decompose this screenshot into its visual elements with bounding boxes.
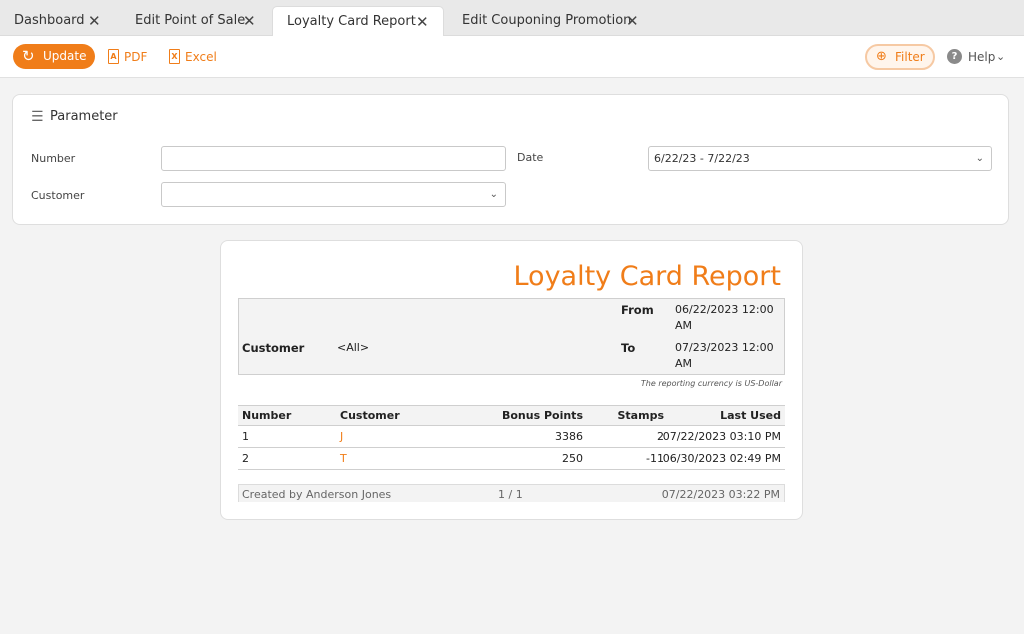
help-menu[interactable]: ? Help ⌄ (947, 48, 1009, 66)
tab-dashboard[interactable]: Dashboard ✕ (0, 6, 118, 36)
excel-file-icon: X (169, 49, 180, 64)
to-value-line2: AM (675, 357, 693, 370)
chevron-down-icon: ⌄ (996, 50, 1006, 63)
parameter-title: Parameter (50, 109, 118, 124)
customer-label: Customer (31, 189, 85, 202)
tab-edit-point-of-sale[interactable]: Edit Point of Sale ✕ (121, 6, 271, 36)
cell-number: 1 (242, 430, 249, 443)
tab-label: Edit Couponing Promotion (462, 13, 632, 28)
currency-note: The reporting currency is US-Dollar (640, 379, 782, 388)
created-by: Created by Anderson Jones (242, 488, 392, 501)
pdf-label: PDF (124, 50, 148, 64)
from-value-line1: 06/22/2023 12:00 (675, 303, 774, 316)
number-label: Number (31, 152, 76, 165)
customer-link[interactable]: T (340, 448, 347, 470)
toolbar: ↻ Update A PDF X Excel ⊕ Filter ? Help ⌄ (0, 36, 1024, 78)
report-table: Number Customer Bonus Points Stamps Last… (238, 405, 785, 470)
table-header-row: Number Customer Bonus Points Stamps Last… (238, 405, 785, 426)
cell-bonus-points: 250 (562, 452, 583, 465)
date-value: 6/22/23 - 7/22/23 (654, 152, 750, 165)
report-preview: Loyalty Card Report Customer <All> From … (220, 240, 803, 520)
excel-button[interactable]: X Excel (169, 48, 221, 66)
cell-number: 2 (242, 452, 249, 465)
pdf-button[interactable]: A PDF (108, 48, 152, 66)
tab-label: Edit Point of Sale (135, 13, 246, 28)
zoom-filter-icon: ⊕ (876, 49, 887, 64)
customer-filter-value: <All> (337, 341, 370, 354)
customer-filter-label: Customer (242, 341, 305, 355)
tab-label: Loyalty Card Report (287, 14, 416, 29)
tab-label: Dashboard (14, 13, 85, 28)
column-header-last-used: Last Used (720, 409, 781, 422)
from-label: From (621, 303, 654, 317)
report-footer: Created by Anderson Jones 1 / 1 07/22/20… (238, 484, 785, 502)
report-header: Customer <All> From 06/22/2023 12:00 AM … (238, 298, 785, 375)
number-input[interactable] (161, 146, 506, 171)
customer-select[interactable]: ⌄ (161, 182, 506, 207)
from-value-line2: AM (675, 319, 693, 332)
update-button[interactable]: ↻ Update (13, 44, 95, 69)
column-header-customer: Customer (340, 409, 400, 422)
parameter-panel: ☰ Parameter Number Date 6/22/23 - 7/22/2… (12, 94, 1009, 225)
table-row: 1 J 3386 2 07/22/2023 03:10 PM (238, 426, 785, 448)
footer-timestamp: 07/22/2023 03:22 PM (661, 488, 780, 501)
column-header-bonus-points: Bonus Points (501, 409, 583, 422)
close-icon[interactable]: ✕ (243, 6, 256, 36)
chevron-down-icon: ⌄ (489, 189, 498, 200)
filter-button[interactable]: ⊕ Filter (865, 44, 935, 70)
to-label: To (621, 341, 636, 355)
chevron-down-icon: ⌄ (975, 153, 984, 164)
filter-label: Filter (895, 50, 925, 64)
help-label: Help (968, 50, 996, 64)
report-title: Loyalty Card Report (513, 261, 781, 292)
close-icon[interactable]: ✕ (88, 6, 101, 36)
tab-edit-couponing-promotion[interactable]: Edit Couponing Promotion ✕ (448, 6, 648, 36)
page-indicator: 1 / 1 (498, 488, 523, 501)
tab-loyalty-card-report[interactable]: Loyalty Card Report ✕ (272, 6, 444, 37)
tab-bar: Dashboard ✕ Edit Point of Sale ✕ Loyalty… (0, 0, 1024, 37)
cell-bonus-points: 3386 (555, 430, 583, 443)
date-select[interactable]: 6/22/23 - 7/22/23 ⌄ (648, 146, 992, 171)
help-icon: ? (947, 49, 962, 64)
customer-link[interactable]: J (340, 426, 343, 448)
table-row: 2 T 250 -11 06/30/2023 02:49 PM (238, 448, 785, 470)
cell-last-used: 07/22/2023 03:10 PM (662, 430, 781, 443)
excel-label: Excel (185, 50, 217, 64)
pdf-file-icon: A (108, 49, 119, 64)
cell-last-used: 06/30/2023 02:49 PM (662, 452, 781, 465)
date-label: Date (517, 151, 544, 164)
close-icon[interactable]: ✕ (626, 6, 639, 36)
column-header-number: Number (242, 409, 292, 422)
to-value-line1: 07/23/2023 12:00 (675, 341, 774, 354)
update-label: Update (43, 49, 87, 63)
refresh-icon: ↻ (22, 47, 35, 65)
sliders-icon: ☰ (31, 109, 44, 125)
column-header-stamps: Stamps (617, 409, 665, 422)
cell-stamps: -11 (646, 452, 664, 465)
close-icon[interactable]: ✕ (416, 7, 429, 37)
